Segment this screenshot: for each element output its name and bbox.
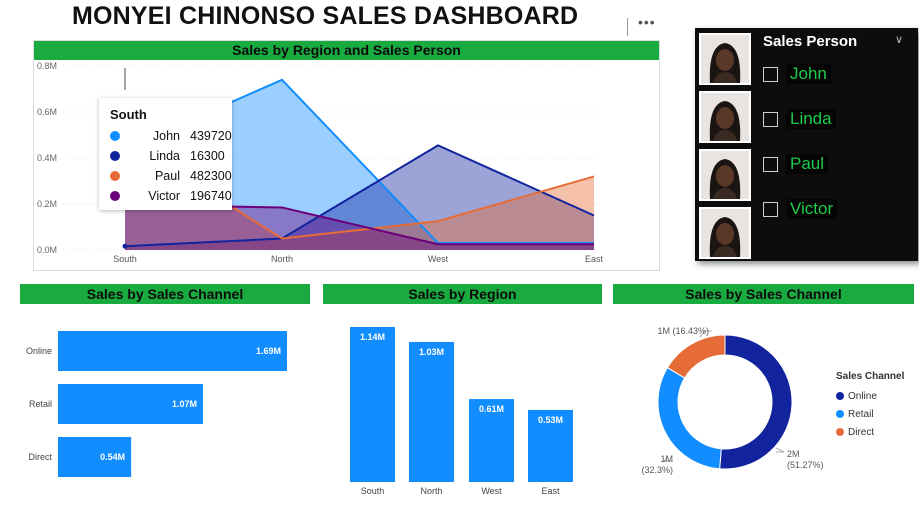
legend-title: Sales Channel: [836, 371, 905, 382]
legend-dot: [836, 392, 844, 400]
slice-direct: [666, 334, 726, 379]
legend-item[interactable]: Direct: [836, 423, 904, 441]
legend-dot: [836, 428, 844, 436]
legend-label: Retail: [848, 408, 874, 420]
slice-percent-label: (32.3%): [641, 465, 673, 475]
legend-label: Direct: [848, 426, 875, 438]
leader-line: [775, 447, 785, 453]
legend-item[interactable]: Online: [836, 387, 904, 405]
legend-label: Online: [848, 390, 877, 402]
slice-online: [719, 334, 793, 470]
channel-donut-chart[interactable]: 2M(51.27%) 1M(32.3%) 1M (16.43%): [0, 0, 919, 515]
slice-percent-label: (51.27%): [787, 460, 824, 470]
slice-label: 1M: [660, 454, 673, 464]
slice-label: 2M: [787, 449, 800, 459]
slice-label: 1M (16.43%): [657, 326, 709, 336]
legend-dot: [836, 410, 844, 418]
legend-item[interactable]: Retail: [836, 405, 904, 423]
donut-legend: Sales Channel Online Retail Direct: [836, 371, 904, 441]
